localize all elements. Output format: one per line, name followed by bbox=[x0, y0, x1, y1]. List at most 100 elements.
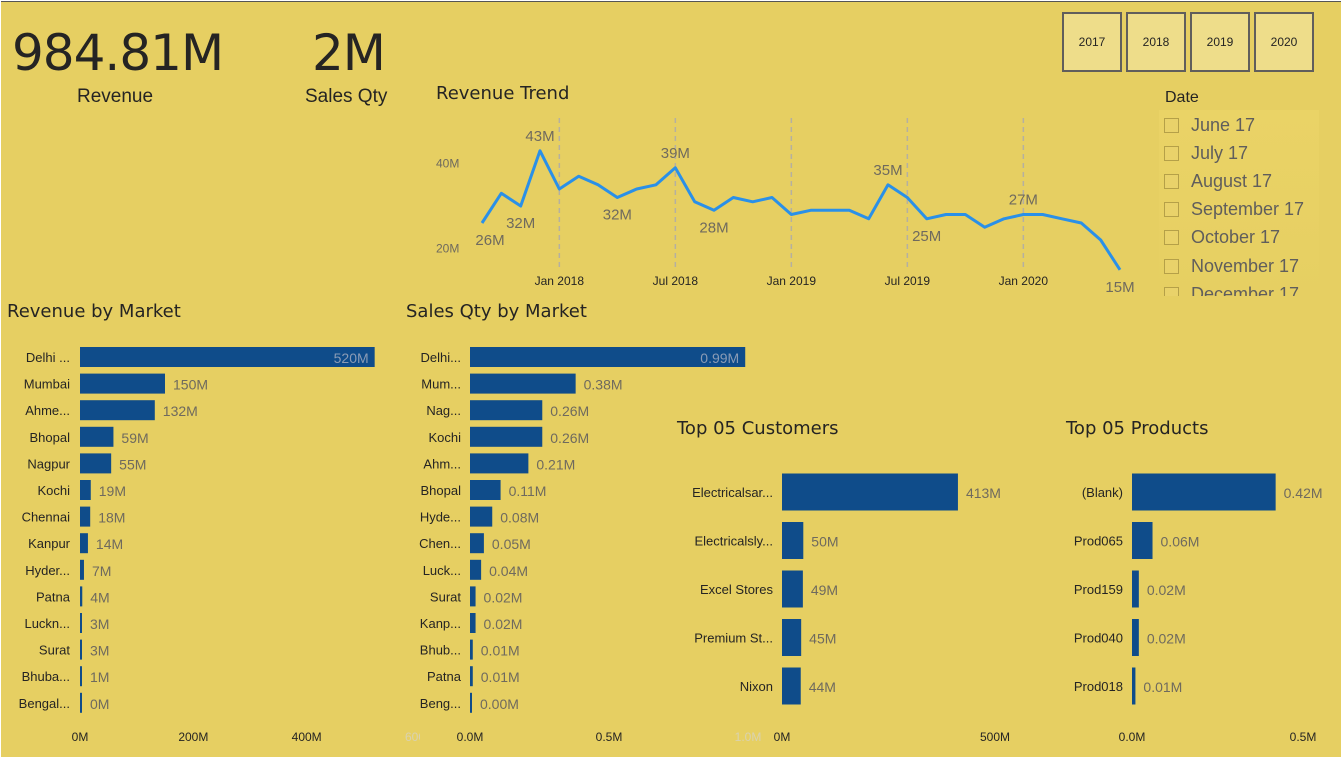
top-customers-chart: Electricalsar... 413M Electricalsly... 50M E… bbox=[692, 473, 1010, 744]
value-label: 0.38M bbox=[584, 377, 623, 393]
category-label: Chen... bbox=[419, 536, 461, 551]
value-label: 0.02M bbox=[484, 616, 523, 632]
category-label: Luckn... bbox=[24, 616, 70, 631]
bar bbox=[782, 570, 803, 608]
value-label: 3M bbox=[90, 643, 109, 659]
dashboard: 984.81M Revenue 2M Sales Qty 2017 2018 2… bbox=[0, 0, 1342, 759]
value-label: 0.21M bbox=[536, 456, 575, 472]
x-tick-label: 200M bbox=[178, 730, 208, 744]
date-option-label: November 17 bbox=[1191, 255, 1300, 276]
x-tick-label: 500M bbox=[980, 730, 1010, 744]
sales-qty-kpi-value: 2M bbox=[312, 24, 386, 82]
value-label: 59M bbox=[121, 430, 148, 446]
bar bbox=[80, 586, 83, 607]
category-label: Mumbai bbox=[24, 377, 70, 392]
year-button-2020[interactable]: 2020 bbox=[1254, 12, 1314, 72]
year-button-2017[interactable]: 2017 bbox=[1062, 12, 1122, 72]
year-button-2019[interactable]: 2019 bbox=[1190, 12, 1250, 72]
revenue-trend-chart: 20M 40M Jan 2018 Jul 2018 Jan 2019 Jul 2019 Ja… bbox=[436, 118, 1135, 296]
category-label: Kanp... bbox=[420, 616, 461, 631]
category-label: Chennai bbox=[22, 510, 71, 525]
x-tick-label: Jul 2019 bbox=[885, 274, 931, 288]
x-tick-label: Jan 2020 bbox=[999, 274, 1049, 288]
date-slicer-list[interactable]: June 17 July 17 August 17 September 17 O… bbox=[1159, 110, 1319, 296]
category-label: Bhopal bbox=[30, 430, 71, 445]
checkbox[interactable] bbox=[1164, 286, 1179, 296]
value-label: 0.01M bbox=[1143, 679, 1182, 695]
category-label: Nagpur bbox=[27, 456, 70, 471]
category-label: Bengal... bbox=[19, 696, 70, 711]
category-label: Surat bbox=[39, 643, 70, 658]
category-label: Bhuba... bbox=[22, 669, 70, 684]
bar bbox=[80, 400, 155, 421]
date-option-label: December 17 bbox=[1191, 283, 1300, 297]
value-label: 4M bbox=[90, 589, 109, 605]
x-tick-label: 400M bbox=[292, 730, 322, 744]
date-option-august-17[interactable]: August 17 bbox=[1159, 168, 1272, 194]
value-label: 0.02M bbox=[1147, 582, 1186, 598]
category-label: Prod040 bbox=[1074, 631, 1123, 646]
x-tick-label: 0.0M bbox=[1119, 730, 1146, 744]
data-label: 26M bbox=[475, 232, 504, 249]
date-option-october-17[interactable]: October 17 bbox=[1159, 224, 1280, 250]
x-tick-label: Jan 2019 bbox=[767, 274, 817, 288]
checkbox[interactable] bbox=[1164, 117, 1179, 133]
y-tick-label: 40M bbox=[436, 157, 459, 171]
year-button-2018[interactable]: 2018 bbox=[1126, 12, 1186, 72]
value-label: 1M bbox=[90, 669, 109, 685]
category-label: Kochi bbox=[37, 483, 70, 498]
value-label: 0.11M bbox=[509, 483, 547, 499]
checkbox[interactable] bbox=[1164, 173, 1179, 189]
bar bbox=[782, 473, 958, 511]
value-label: 0.01M bbox=[481, 669, 520, 685]
date-option-july-17[interactable]: July 17 bbox=[1159, 140, 1248, 166]
category-label: Excel Stores bbox=[700, 582, 773, 597]
bar bbox=[470, 373, 576, 394]
category-label: Patna bbox=[427, 669, 462, 684]
bar bbox=[80, 692, 82, 713]
y-tick-label: 20M bbox=[436, 242, 459, 256]
sales-qty-by-market-title: Sales Qty by Market bbox=[406, 301, 587, 322]
date-option-november-17[interactable]: November 17 bbox=[1159, 253, 1299, 279]
bar bbox=[80, 426, 114, 447]
value-label: 55M bbox=[119, 456, 146, 472]
bar bbox=[80, 506, 91, 527]
bar bbox=[80, 639, 82, 660]
revenue-by-market-title: Revenue by Market bbox=[7, 301, 181, 322]
category-label: Nag... bbox=[426, 403, 461, 418]
date-option-june-17[interactable]: June 17 bbox=[1159, 112, 1255, 138]
category-label: Luck... bbox=[423, 563, 461, 578]
date-option-december-17[interactable]: December 17 bbox=[1159, 281, 1299, 296]
data-label: 43M bbox=[525, 128, 554, 145]
value-label: 7M bbox=[92, 563, 111, 579]
x-tick-label: 0.5M bbox=[596, 730, 623, 744]
data-label: 25M bbox=[912, 228, 941, 245]
category-label: Kochi bbox=[428, 430, 461, 445]
date-option-september-17[interactable]: September 17 bbox=[1159, 196, 1304, 222]
bar bbox=[782, 619, 802, 656]
bar bbox=[80, 666, 82, 687]
checkbox[interactable] bbox=[1164, 229, 1179, 245]
category-label: Ahm... bbox=[423, 456, 461, 471]
category-label: Kanpur bbox=[28, 536, 71, 551]
value-label: 0.00M bbox=[480, 696, 519, 712]
revenue-kpi-value: 984.81M bbox=[12, 24, 224, 82]
bar bbox=[470, 639, 473, 660]
checkbox[interactable] bbox=[1164, 201, 1179, 217]
value-label: 3M bbox=[90, 616, 109, 632]
x-tick-label: 0M bbox=[72, 730, 89, 744]
value-label: 44M bbox=[809, 679, 836, 695]
x-tick-label: 0M bbox=[774, 730, 791, 744]
value-label: 0.05M bbox=[492, 536, 531, 552]
checkbox[interactable] bbox=[1164, 145, 1179, 161]
bar bbox=[80, 533, 88, 554]
bar bbox=[80, 373, 165, 394]
category-label: Prod018 bbox=[1074, 679, 1123, 694]
category-label: (Blank) bbox=[1082, 485, 1123, 500]
category-label: Bhub... bbox=[420, 643, 461, 658]
bar bbox=[80, 613, 82, 633]
checkbox[interactable] bbox=[1164, 258, 1179, 274]
category-label: Nixon bbox=[740, 679, 773, 694]
revenue-trend-line bbox=[480, 149, 1122, 271]
value-label: 132M bbox=[163, 403, 198, 419]
